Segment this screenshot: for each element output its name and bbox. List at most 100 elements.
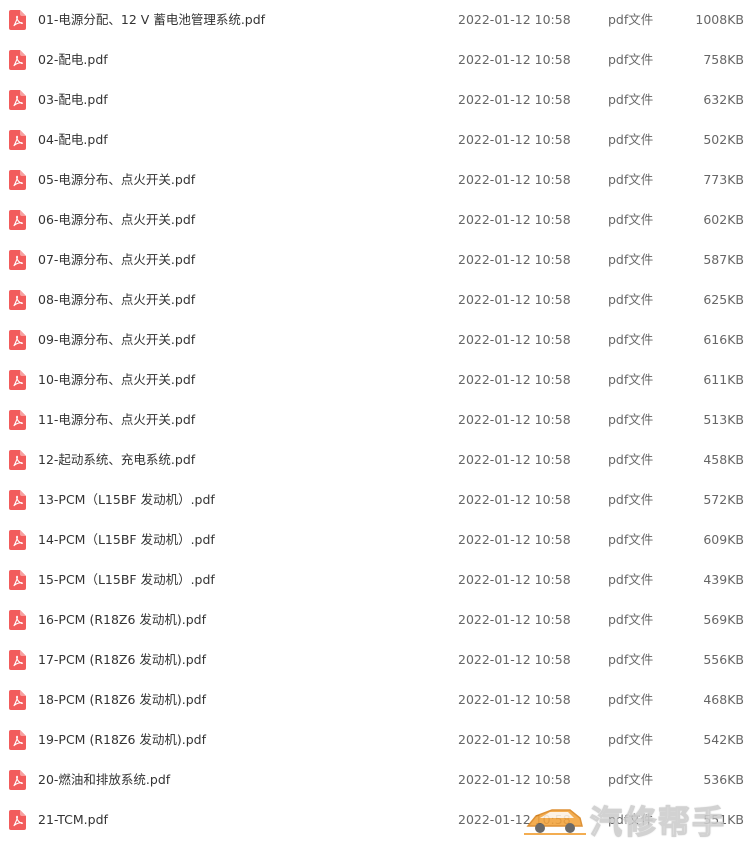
file-name: 21-TCM.pdf (38, 812, 108, 827)
file-type: pdf文件 (608, 172, 654, 187)
file-type: pdf文件 (608, 532, 654, 547)
file-type: pdf文件 (608, 252, 654, 267)
file-size: 616KB (703, 332, 744, 347)
file-type: pdf文件 (608, 292, 654, 307)
pdf-file-icon (9, 570, 26, 590)
file-modified-date: 2022-01-12 10:58 (458, 132, 571, 147)
file-modified-date: 2022-01-12 10:58 (458, 492, 571, 507)
file-row[interactable]: 16-PCM (R18Z6 发动机).pdf 2022-01-12 10:58 pd… (0, 600, 756, 640)
pdf-file-icon (9, 690, 26, 710)
file-row[interactable]: 21-TCM.pdf 2022-01-12 10:58 pdf文件 551KB (0, 800, 756, 840)
file-row[interactable]: 09-电源分布、点火开关.pdf 2022-01-12 10:58 pdf文件 616… (0, 320, 756, 360)
file-type: pdf文件 (608, 612, 654, 627)
file-modified-date: 2022-01-12 10:58 (458, 772, 571, 787)
file-modified-date: 2022-01-12 10:58 (458, 12, 571, 27)
file-row[interactable]: 04-配电.pdf 2022-01-12 10:58 pdf文件 502KB (0, 120, 756, 160)
file-size: 773KB (703, 172, 744, 187)
file-type: pdf文件 (608, 52, 654, 67)
file-row[interactable]: 05-电源分布、点火开关.pdf 2022-01-12 10:58 pdf文件 773… (0, 160, 756, 200)
file-row[interactable]: 17-PCM (R18Z6 发动机).pdf 2022-01-12 10:58 pd… (0, 640, 756, 680)
file-row[interactable]: 19-PCM (R18Z6 发动机).pdf 2022-01-12 10:58 pd… (0, 720, 756, 760)
file-type: pdf文件 (608, 452, 654, 467)
file-modified-date: 2022-01-12 10:58 (458, 412, 571, 427)
file-type: pdf文件 (608, 492, 654, 507)
file-row[interactable]: 15-PCM（L15BF 发动机）.pdf 2022-01-12 10:58 pdf… (0, 560, 756, 600)
file-name: 17-PCM (R18Z6 发动机).pdf (38, 652, 207, 667)
file-size: 556KB (703, 652, 744, 667)
pdf-file-icon (9, 50, 26, 70)
file-size: 468KB (703, 692, 744, 707)
file-name: 05-电源分布、点火开关.pdf (38, 172, 196, 187)
pdf-file-icon (9, 410, 26, 430)
file-row[interactable]: 08-电源分布、点火开关.pdf 2022-01-12 10:58 pdf文件 625… (0, 280, 756, 320)
file-row[interactable]: 01-电源分配、12 V 蓄电池管理系统.pdf 2022-01-12 10:58… (0, 0, 756, 40)
file-size: 1008KB (695, 12, 744, 27)
file-row[interactable]: 11-电源分布、点火开关.pdf 2022-01-12 10:58 pdf文件 513… (0, 400, 756, 440)
file-size: 542KB (703, 732, 744, 747)
file-modified-date: 2022-01-12 10:58 (458, 92, 571, 107)
file-row[interactable]: 18-PCM (R18Z6 发动机).pdf 2022-01-12 10:58 pd… (0, 680, 756, 720)
file-row[interactable]: 02-配电.pdf 2022-01-12 10:58 pdf文件 758KB (0, 40, 756, 80)
file-name: 18-PCM (R18Z6 发动机).pdf (38, 692, 207, 707)
file-modified-date: 2022-01-12 10:58 (458, 732, 571, 747)
file-type: pdf文件 (608, 212, 654, 227)
file-row[interactable]: 13-PCM（L15BF 发动机）.pdf 2022-01-12 10:58 pdf… (0, 480, 756, 520)
file-size: 609KB (703, 532, 744, 547)
file-name: 15-PCM（L15BF 发动机）.pdf (38, 572, 215, 587)
pdf-file-icon (9, 130, 26, 150)
file-type: pdf文件 (608, 92, 654, 107)
file-type: pdf文件 (608, 772, 654, 787)
file-modified-date: 2022-01-12 10:58 (458, 812, 571, 827)
file-modified-date: 2022-01-12 10:58 (458, 212, 571, 227)
pdf-file-icon (9, 530, 26, 550)
pdf-file-icon (9, 770, 26, 790)
file-size: 632KB (703, 92, 744, 107)
pdf-file-icon (9, 90, 26, 110)
file-size: 502KB (703, 132, 744, 147)
file-modified-date: 2022-01-12 10:58 (458, 252, 571, 267)
file-modified-date: 2022-01-12 10:58 (458, 532, 571, 547)
file-row[interactable]: 03-配电.pdf 2022-01-12 10:58 pdf文件 632KB (0, 80, 756, 120)
file-modified-date: 2022-01-12 10:58 (458, 332, 571, 347)
file-type: pdf文件 (608, 372, 654, 387)
file-name: 12-起动系统、充电系统.pdf (38, 452, 196, 467)
file-type: pdf文件 (608, 572, 654, 587)
file-modified-date: 2022-01-12 10:58 (458, 372, 571, 387)
pdf-file-icon (9, 490, 26, 510)
pdf-file-icon (9, 370, 26, 390)
file-modified-date: 2022-01-12 10:58 (458, 452, 571, 467)
file-size: 602KB (703, 212, 744, 227)
file-row[interactable]: 12-起动系统、充电系统.pdf 2022-01-12 10:58 pdf文件 458… (0, 440, 756, 480)
file-type: pdf文件 (608, 692, 654, 707)
file-name: 02-配电.pdf (38, 52, 108, 67)
file-type: pdf文件 (608, 132, 654, 147)
file-row[interactable]: 06-电源分布、点火开关.pdf 2022-01-12 10:58 pdf文件 602… (0, 200, 756, 240)
pdf-file-icon (9, 610, 26, 630)
file-size: 758KB (703, 52, 744, 67)
file-name: 19-PCM (R18Z6 发动机).pdf (38, 732, 207, 747)
file-row[interactable]: 10-电源分布、点火开关.pdf 2022-01-12 10:58 pdf文件 611… (0, 360, 756, 400)
file-name: 04-配电.pdf (38, 132, 108, 147)
file-type: pdf文件 (608, 12, 654, 27)
pdf-file-icon (9, 290, 26, 310)
file-modified-date: 2022-01-12 10:58 (458, 292, 571, 307)
file-size: 572KB (703, 492, 744, 507)
file-size: 587KB (703, 252, 744, 267)
pdf-file-icon (9, 170, 26, 190)
file-size: 458KB (703, 452, 744, 467)
file-row[interactable]: 20-燃油和排放系统.pdf 2022-01-12 10:58 pdf文件 536KB (0, 760, 756, 800)
pdf-file-icon (9, 650, 26, 670)
file-name: 01-电源分配、12 V 蓄电池管理系统.pdf (38, 12, 266, 27)
pdf-file-icon (9, 330, 26, 350)
file-size: 439KB (703, 572, 744, 587)
file-row[interactable]: 14-PCM（L15BF 发动机）.pdf 2022-01-12 10:58 pdf… (0, 520, 756, 560)
file-row[interactable]: 07-电源分布、点火开关.pdf 2022-01-12 10:58 pdf文件 587… (0, 240, 756, 280)
file-type: pdf文件 (608, 412, 654, 427)
file-name: 11-电源分布、点火开关.pdf (38, 412, 196, 427)
file-name: 03-配电.pdf (38, 92, 108, 107)
file-modified-date: 2022-01-12 10:58 (458, 572, 571, 587)
file-name: 07-电源分布、点火开关.pdf (38, 252, 196, 267)
file-size: 551KB (703, 812, 744, 827)
pdf-file-icon (9, 250, 26, 270)
file-type: pdf文件 (608, 332, 654, 347)
